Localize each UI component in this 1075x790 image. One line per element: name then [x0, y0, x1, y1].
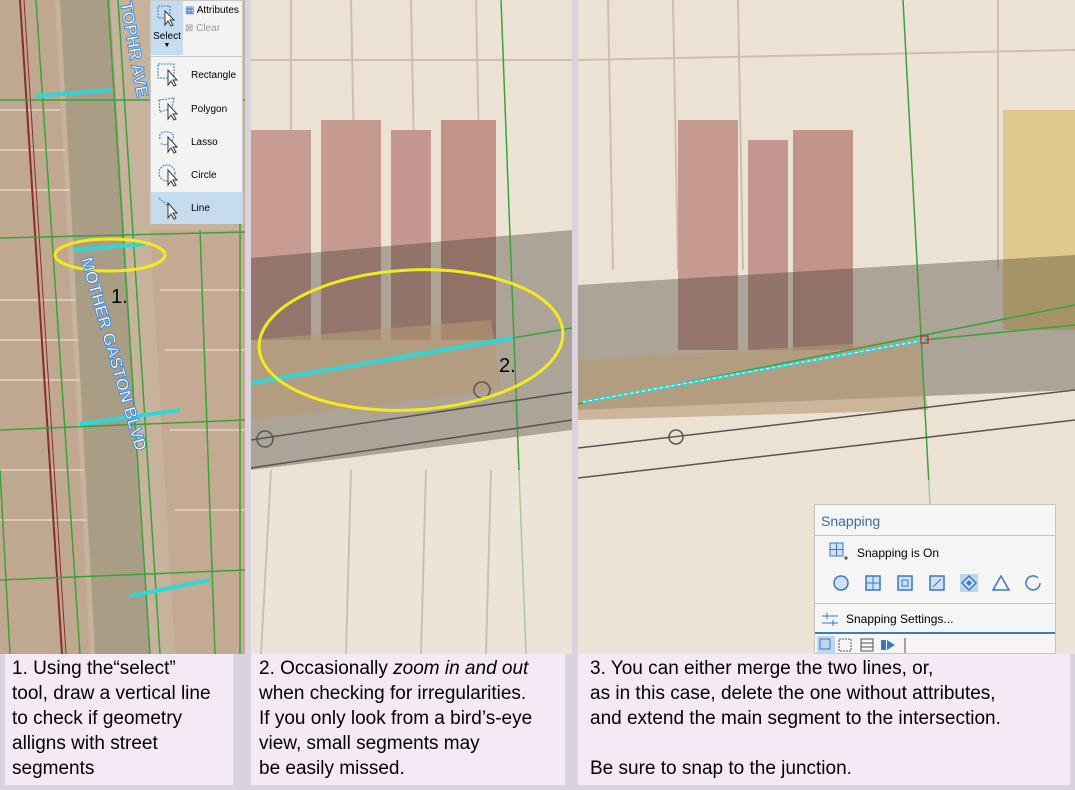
- attributes-icon: ▦: [185, 5, 195, 16]
- option-label: Lasso: [191, 137, 218, 148]
- caption-line: If you only look from a bird’s-eye: [259, 708, 533, 729]
- snapping-title: Snapping: [821, 513, 881, 529]
- select-option-polygon[interactable]: Polygon: [151, 93, 243, 125]
- polygon-select-icon: [158, 97, 179, 121]
- caption-emphasis: zoom in and out: [393, 658, 529, 679]
- clear-button[interactable]: ⊠ Clear: [185, 23, 220, 34]
- clear-selection-icon: ⊠: [185, 23, 194, 34]
- end-snap-icon[interactable]: [863, 573, 883, 593]
- caption-line: 3. You can either merge the two lines, o…: [590, 658, 934, 679]
- intersection-snap-icon[interactable]: [959, 573, 979, 593]
- caption-line: to check if geometry: [12, 708, 183, 729]
- step-marker-1: 1.: [111, 286, 128, 308]
- attributes-button[interactable]: ▦ Attributes: [185, 5, 239, 16]
- attributes-label: Attributes: [196, 5, 239, 16]
- caption-line: as in this case, delete the one without …: [590, 683, 996, 704]
- select-label: Select: [153, 31, 181, 42]
- line-select-icon: [158, 197, 179, 220]
- caption-line: and extend the main segment to the inter…: [590, 708, 1001, 729]
- snapping-panel: Snapping Snapping is On Snapping Setting…: [814, 504, 1056, 654]
- caption-step-3: 3. You can either merge the two lines, o…: [578, 654, 1070, 785]
- caption-line: be easily missed.: [259, 758, 405, 779]
- snapping-grid-icon: [829, 542, 848, 560]
- option-label: Polygon: [191, 104, 228, 115]
- select-option-lasso[interactable]: Lasso: [151, 126, 243, 158]
- settings-sliders-icon: [822, 613, 838, 626]
- snapping-settings-label: Snapping Settings...: [846, 612, 954, 626]
- snapping-toggle[interactable]: Snapping is On: [829, 542, 1049, 564]
- caption-step-2: 2. Occasionally zoom in and out when che…: [251, 654, 565, 785]
- snapping-settings-button[interactable]: Snapping Settings...: [821, 609, 1051, 629]
- caption-line: [590, 731, 1070, 756]
- caption-line: alligns with street: [12, 733, 158, 754]
- step-marker-2: 2.: [499, 355, 516, 377]
- caption-line: view, small segments may: [259, 733, 480, 754]
- select-option-line[interactable]: Line: [151, 192, 243, 224]
- midpoint-snap-icon[interactable]: [991, 573, 1011, 593]
- snapping-status: Snapping is On: [857, 546, 940, 560]
- option-label: Circle: [191, 170, 217, 181]
- caption-line: 1. Using the“select”: [12, 658, 176, 679]
- select-option-circle[interactable]: Circle: [151, 159, 243, 191]
- map-canvas-2[interactable]: [251, 0, 572, 654]
- point-snap-icon[interactable]: [831, 573, 851, 593]
- caption-line: Be sure to snap to the junction.: [590, 758, 852, 779]
- select-arrow-icon: [157, 5, 176, 27]
- caption-text: 2. Occasionally: [259, 658, 394, 679]
- rectangle-select-icon: [157, 63, 179, 87]
- caption-step-1: 1. Using the“select” tool, draw a vertic…: [5, 654, 233, 785]
- caption-line: tool, draw a vertical line: [12, 683, 211, 704]
- edge-snap-icon[interactable]: [927, 573, 947, 593]
- chevron-down-icon: ▼: [163, 42, 171, 49]
- clear-label: Clear: [196, 23, 221, 34]
- caption-line: when checking for irregularities.: [259, 683, 527, 704]
- lasso-select-icon: [159, 131, 179, 154]
- map-panel-3[interactable]: Snapping Snapping is On Snapping Setting…: [578, 0, 1075, 654]
- caption-line: segments: [12, 758, 95, 779]
- map-panel-1[interactable]: TOPHR AVE MOTHER GASTON BLVD 1. Select ▼…: [0, 0, 245, 654]
- vertex-snap-icon[interactable]: [895, 573, 915, 593]
- caption-line: 2. Occasionally zoom in and out: [259, 656, 565, 681]
- select-tool-menu: Select ▼ ▦ Attributes ⊠ Clear Rectangle …: [150, 0, 243, 224]
- snapping-toolbar[interactable]: [817, 636, 917, 654]
- select-option-rectangle[interactable]: Rectangle: [151, 59, 243, 91]
- map-panel-2[interactable]: 2.: [251, 0, 572, 654]
- option-label: Rectangle: [191, 70, 237, 81]
- tangent-snap-icon[interactable]: [1023, 573, 1043, 593]
- option-label: Line: [191, 203, 210, 214]
- select-button[interactable]: Select ▼: [151, 1, 183, 55]
- circle-select-icon: [158, 164, 179, 187]
